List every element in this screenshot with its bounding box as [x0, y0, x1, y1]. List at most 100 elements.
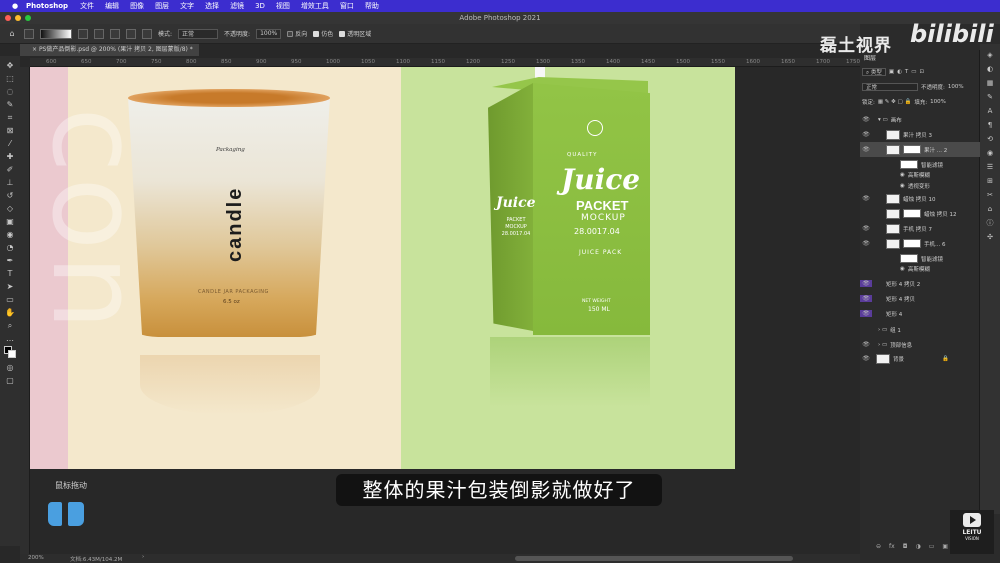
- layer-kind-select[interactable]: ⌕ 类型: [862, 68, 886, 76]
- lock-icons[interactable]: ▦ ✎ ✥ ▢ 🔒: [878, 99, 911, 105]
- status-menu-arrow[interactable]: ›: [142, 554, 144, 560]
- reflected-gradient-icon[interactable]: [126, 28, 136, 39]
- layer-row[interactable]: 👁 矩形 4 拷贝: [860, 291, 980, 306]
- reverse-checkbox[interactable]: 反向: [287, 29, 307, 38]
- filter-shape-icon[interactable]: ▭: [911, 69, 916, 75]
- visibility-eye-icon[interactable]: 👁: [860, 355, 872, 362]
- menu-file[interactable]: 文件: [80, 1, 94, 11]
- visibility-eye-icon[interactable]: 👁: [860, 195, 872, 202]
- filter-smart-icon[interactable]: ⊡: [919, 69, 924, 75]
- layer-row[interactable]: 👁 手机 拷贝 7: [860, 221, 980, 236]
- visibility-eye-icon[interactable]: 👁: [860, 146, 872, 153]
- visibility-eye-icon[interactable]: 👁: [860, 280, 872, 287]
- layer-row[interactable]: 👁 背景 🔒: [860, 351, 980, 366]
- linear-gradient-icon[interactable]: [78, 28, 88, 39]
- add-mask-icon[interactable]: ◘: [903, 543, 908, 550]
- tool-preset-icon[interactable]: [24, 28, 34, 39]
- menu-view[interactable]: 视图: [276, 1, 290, 11]
- healing-tool-icon[interactable]: ✚: [4, 151, 16, 162]
- history-icon[interactable]: ⟲: [987, 134, 993, 144]
- color-swatches-icon[interactable]: [4, 346, 16, 360]
- screen-mode-icon[interactable]: ▢: [4, 375, 16, 386]
- opacity-field[interactable]: 100%: [256, 28, 282, 39]
- filter-type-icon[interactable]: T: [905, 69, 908, 75]
- blend-mode-select[interactable]: 正常: [862, 83, 918, 91]
- visibility-eye-icon[interactable]: 👁: [860, 225, 872, 232]
- apple-icon[interactable]: ●: [10, 2, 20, 10]
- libraries-icon[interactable]: ⌂: [988, 204, 992, 214]
- color-panel-icon[interactable]: ◉: [987, 148, 993, 158]
- layer-row[interactable]: ◉ 透视变形: [860, 180, 980, 191]
- fill-value[interactable]: 100%: [930, 99, 946, 105]
- layer-style-icon[interactable]: fx: [889, 543, 895, 550]
- layer-mask-thumbnail[interactable]: [903, 239, 921, 248]
- document-canvas[interactable]: con Packaging candle CANDLE JAR PACKAGIN…: [30, 67, 735, 469]
- diamond-gradient-icon[interactable]: [142, 28, 152, 39]
- home-icon[interactable]: ⌂: [6, 28, 18, 39]
- gradient-tool-icon[interactable]: ▣: [4, 216, 16, 227]
- more-tools-icon[interactable]: …: [4, 333, 16, 344]
- dither-checkbox[interactable]: 仿色: [313, 29, 333, 38]
- properties-icon[interactable]: ☰: [987, 162, 993, 172]
- filter-adjust-icon[interactable]: ◐: [897, 69, 902, 75]
- dodge-tool-icon[interactable]: ◔: [4, 242, 16, 253]
- filter-eye-icon[interactable]: ◉: [900, 172, 905, 178]
- menu-layer[interactable]: 图层: [155, 1, 169, 11]
- menu-app-name[interactable]: Photoshop: [26, 2, 68, 10]
- close-window-button[interactable]: [5, 15, 11, 21]
- path-select-tool-icon[interactable]: ➤: [4, 281, 16, 292]
- brush-panel-icon[interactable]: ✎: [987, 92, 993, 102]
- gradient-swatch[interactable]: [40, 28, 72, 39]
- shape-tool-icon[interactable]: ▭: [4, 294, 16, 305]
- layer-row[interactable]: 👁 矩形 4: [860, 306, 980, 321]
- layer-row[interactable]: 👁 果汁 拷贝 3: [860, 127, 980, 142]
- menu-window[interactable]: 窗口: [340, 1, 354, 11]
- eraser-tool-icon[interactable]: ◇: [4, 203, 16, 214]
- layers-panel-icon[interactable]: ◈: [987, 50, 992, 60]
- menu-help[interactable]: 帮助: [365, 1, 379, 11]
- layer-opacity-value[interactable]: 100%: [948, 84, 964, 90]
- layer-row[interactable]: 👁 ▾ ▭ 画布: [860, 112, 980, 127]
- zoom-window-button[interactable]: [25, 15, 31, 21]
- menu-3d[interactable]: 3D: [255, 2, 265, 10]
- transparency-checkbox[interactable]: 透明区域: [339, 29, 371, 38]
- adjustment-layer-icon[interactable]: ◑: [915, 543, 920, 550]
- layer-row[interactable]: 👁 矩形 4 拷贝 2: [860, 276, 980, 291]
- menu-filter[interactable]: 滤镜: [230, 1, 244, 11]
- filter-eye-icon[interactable]: ◉: [900, 183, 905, 189]
- menu-select[interactable]: 选择: [205, 1, 219, 11]
- marquee-tool-icon[interactable]: ⬚: [4, 73, 16, 84]
- menu-type[interactable]: 文字: [180, 1, 194, 11]
- visibility-eye-icon[interactable]: 👁: [860, 341, 872, 348]
- type-tool-icon[interactable]: T: [4, 268, 16, 279]
- layer-row[interactable]: 👁 蜡烛 拷贝 10: [860, 191, 980, 206]
- quick-select-tool-icon[interactable]: ✎: [4, 99, 16, 110]
- hand-tool-icon[interactable]: ✋: [4, 307, 16, 318]
- channels-icon[interactable]: ⊞: [987, 176, 993, 186]
- background-color[interactable]: [8, 350, 16, 358]
- adjustments-icon[interactable]: ◐: [987, 64, 993, 74]
- move-tool-icon[interactable]: ✥: [4, 60, 16, 71]
- layer-row[interactable]: 蜡烛 拷贝 12: [860, 206, 980, 221]
- new-group-icon[interactable]: ▭: [929, 543, 935, 550]
- visibility-eye-icon[interactable]: 👁: [860, 116, 872, 123]
- layer-row-selected[interactable]: 👁 果汁 ... 2: [860, 142, 980, 157]
- layer-mask-thumbnail[interactable]: [903, 145, 921, 154]
- frame-tool-icon[interactable]: ⊠: [4, 125, 16, 136]
- layer-row[interactable]: ◉ 高斯模糊: [860, 169, 980, 180]
- history-brush-icon[interactable]: ↺: [4, 190, 16, 201]
- paths-icon[interactable]: ✂: [987, 190, 993, 200]
- filter-eye-icon[interactable]: ◉: [900, 266, 905, 272]
- navigator-icon[interactable]: ✣: [987, 232, 993, 242]
- swatches-icon[interactable]: ▦: [987, 78, 994, 88]
- radial-gradient-icon[interactable]: [94, 28, 104, 39]
- new-layer-icon[interactable]: ▣: [942, 543, 948, 550]
- menu-image[interactable]: 图像: [130, 1, 144, 11]
- character-panel-icon[interactable]: A: [988, 106, 993, 116]
- layer-row[interactable]: › ▭ 组 1: [860, 322, 980, 337]
- zoom-level[interactable]: 200%: [28, 555, 44, 561]
- visibility-eye-icon[interactable]: 👁: [860, 240, 872, 247]
- pen-tool-icon[interactable]: ✒: [4, 255, 16, 266]
- minimize-window-button[interactable]: [15, 15, 21, 21]
- layer-row[interactable]: 👁 手机... 6: [860, 236, 980, 251]
